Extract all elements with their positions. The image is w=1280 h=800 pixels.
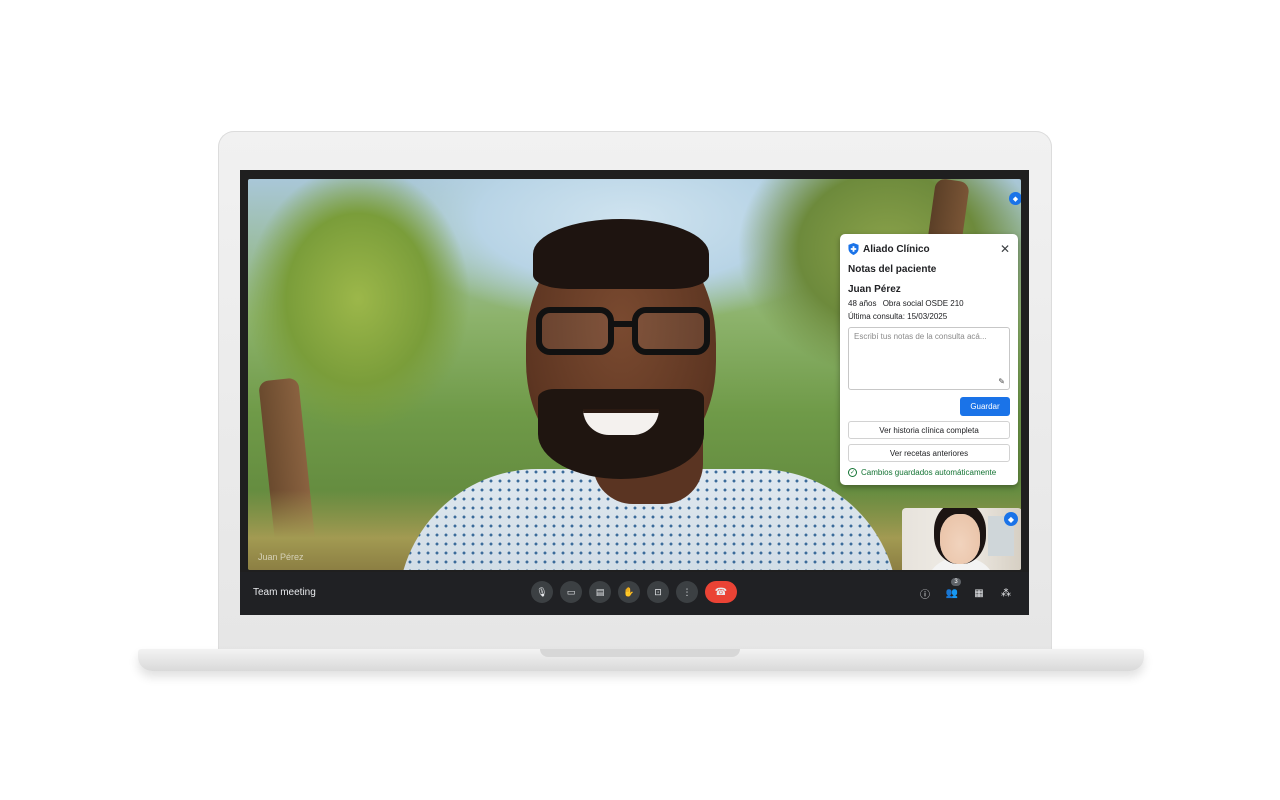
patient-last-visit: Última consulta: 15/03/2025 [848, 312, 948, 321]
section-title: Notas del paciente [848, 264, 937, 275]
patient-details: 48 años Obra social OSDE 210 [848, 299, 1010, 308]
notes-field-container: ✎ [848, 327, 1010, 390]
panel-app-name: Aliado Clínico [863, 243, 930, 255]
patient-age: 48 años [848, 299, 877, 308]
info-icon[interactable]: ⓘ [918, 586, 932, 601]
microphone-icon[interactable]: 🎙 [531, 581, 553, 603]
patient-insurance: Obra social OSDE 210 [882, 299, 964, 308]
participant-count-badge: 3 [951, 578, 961, 586]
panel-header: Aliado Clínico ✕ [848, 241, 1010, 257]
self-view-tile[interactable]: ◆ [902, 508, 1021, 570]
view-prescriptions-button[interactable]: Ver recetas anteriores [848, 444, 1010, 462]
glasses-bridge [612, 321, 634, 327]
raise-hand-icon[interactable]: ✋ [618, 581, 640, 603]
speaking-indicator-icon: ◆ [1004, 512, 1018, 526]
self-view-head [940, 514, 980, 564]
clinical-notes-panel: Aliado Clínico ✕ Notas del paciente Juan… [840, 234, 1018, 485]
glasses-lens [632, 307, 710, 355]
captions-icon[interactable]: ▤ [589, 581, 611, 603]
people-icon[interactable]: 👥 3 [945, 578, 961, 600]
patient-name: Juan Pérez [848, 284, 901, 295]
present-screen-icon[interactable]: ⊡ [647, 581, 669, 603]
view-history-button[interactable]: Ver historia clínica completa [848, 421, 1010, 439]
participant-name-label: Juan Pérez [258, 552, 304, 562]
more-options-icon[interactable]: ⋮ [676, 581, 698, 603]
call-controls: 🎙 ▭ ▤ ✋ ⊡ ⋮ ☎ [531, 581, 737, 603]
notes-textarea[interactable] [854, 332, 1004, 385]
participant-glasses [536, 307, 711, 359]
camera-icon[interactable]: ▭ [560, 581, 582, 603]
save-status-text: Cambios guardados automáticamente [861, 468, 997, 477]
chat-icon[interactable]: ▦ [972, 586, 986, 600]
save-button[interactable]: Guardar [960, 397, 1010, 416]
meeting-title: Team meeting [253, 587, 316, 598]
close-icon[interactable]: ✕ [1000, 243, 1010, 255]
participant-hair [533, 219, 709, 289]
speaking-indicator-icon: ◆ [1009, 192, 1021, 205]
laptop-screen: Juan Pérez ◆ Aliado Clínico ✕ Notas del … [240, 170, 1029, 615]
shield-icon [848, 243, 859, 255]
save-status: ✓ Cambios guardados automáticamente [848, 468, 1010, 477]
participant-video [388, 219, 908, 570]
main-video-tile[interactable]: Juan Pérez ◆ Aliado Clínico ✕ Notas del … [248, 179, 1021, 570]
pencil-icon: ✎ [998, 377, 1005, 386]
end-call-icon[interactable]: ☎ [705, 581, 737, 603]
check-icon: ✓ [848, 468, 857, 477]
activities-icon[interactable]: ⁂ [999, 586, 1013, 600]
laptop-notch [540, 649, 740, 657]
people-glyph: 👥 [945, 587, 959, 599]
save-row: Guardar [848, 397, 1010, 416]
glasses-lens [536, 307, 614, 355]
meeting-control-bar: Team meeting 🎙 ▭ ▤ ✋ ⊡ ⋮ ☎ ⓘ 👥 3 ▦ ⁂ [240, 572, 1029, 615]
meeting-side-controls: ⓘ 👥 3 ▦ ⁂ [918, 578, 1013, 601]
